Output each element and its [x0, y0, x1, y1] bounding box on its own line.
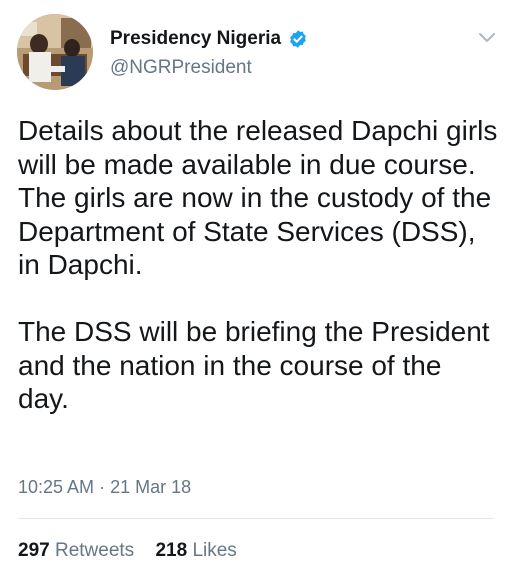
- display-name[interactable]: Presidency Nigeria: [110, 28, 281, 50]
- likes-count: 218: [155, 540, 188, 561]
- user-handle[interactable]: @NGRPresident: [110, 57, 252, 79]
- tweet-menu-button[interactable]: [476, 28, 498, 46]
- chevron-down-icon: [479, 33, 495, 42]
- likes-label: Likes: [192, 540, 237, 561]
- retweets-stat[interactable]: 297 Retweets: [18, 540, 139, 561]
- tweet-paragraph: The DSS will be briefing the President a…: [18, 316, 490, 414]
- user-name-row: Presidency Nigeria: [110, 28, 308, 50]
- tweet-text: Details about the released Dapchi girls …: [18, 114, 498, 416]
- likes-stat[interactable]: 218 Likes: [155, 540, 236, 561]
- timestamp-separator: ·: [99, 477, 106, 497]
- retweets-count: 297: [18, 540, 50, 561]
- tweet-date: 21 Mar 18: [110, 477, 192, 497]
- verified-badge-icon: [288, 29, 308, 49]
- tweet-card: Presidency Nigeria @NGRPresident Details…: [0, 0, 512, 574]
- avatar[interactable]: [17, 14, 93, 90]
- tweet-time: 10:25 AM: [18, 477, 95, 497]
- avatar-photo: [17, 14, 93, 90]
- retweets-label: Retweets: [54, 540, 135, 561]
- tweet-paragraph: Details about the released Dapchi girls …: [18, 115, 498, 280]
- divider: [18, 518, 494, 519]
- tweet-timestamp[interactable]: 10:25 AM · 21 Mar 18: [18, 477, 191, 498]
- tweet-stats: 297 Retweets 218 Likes: [18, 540, 237, 562]
